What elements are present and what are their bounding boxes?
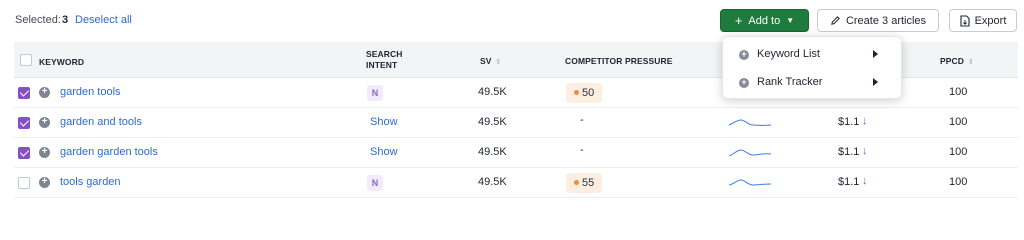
row-checkbox[interactable] [18,87,30,99]
header-sv-group[interactable]: SV ⇕ [480,55,501,67]
competitor-pressure-value: - [580,114,584,126]
menu-item-keyword-list[interactable]: + Keyword List [723,40,903,68]
cpc-value: $1.1 [838,146,860,158]
create-articles-button[interactable]: Create 3 articles [817,9,939,32]
keyword-table-screen: Selected: 3 Deselect all + Add to ▼ Crea… [0,0,1024,200]
header-ppcd-group[interactable]: PPCD ⇕ [940,55,974,67]
trend-sparkline-icon [728,179,772,186]
intent-show-link[interactable]: Show [370,146,398,158]
trend-sparkline-icon [728,149,772,157]
pressure-dot-icon [574,89,579,95]
header-ppcd: PPCD [940,56,965,66]
sort-icon: ⇕ [968,59,974,66]
row-checkbox[interactable] [18,117,30,129]
add-to-dropdown-menu: + Keyword List + Rank Tracker [722,36,902,99]
selected-label: Selected: [15,14,61,26]
chevron-right-icon [873,50,878,58]
search-volume: 49.5K [478,86,507,98]
intent-badge: N [367,85,383,101]
expand-icon[interactable]: + [39,147,50,158]
search-volume: 49.5K [478,146,507,158]
keyword-link[interactable]: garden and tools [60,116,142,128]
expand-icon[interactable]: + [39,117,50,128]
row-checkbox[interactable] [18,177,30,189]
arrow-down-icon: ↓ [862,145,868,157]
pencil-icon [831,16,840,25]
search-volume: 49.5K [478,116,507,128]
table-row: + garden and tools Show 49.5K - $1.1 ↓ 1… [14,108,1018,138]
expand-icon[interactable]: + [39,177,50,188]
header-search-intent-line1[interactable]: SEARCH [366,49,403,59]
competitor-pressure-badge: 55 [566,173,603,193]
expand-icon[interactable]: + [39,87,50,98]
selected-count: 3 [62,14,69,26]
select-all-checkbox[interactable] [20,54,32,66]
export-button[interactable]: Export [949,9,1017,32]
menu-item-label: Rank Tracker [757,76,823,88]
header-search-intent-line2[interactable]: INTENT [366,60,397,70]
competitor-pressure-badge: 50 [566,83,603,103]
keyword-link[interactable]: garden tools [60,86,121,98]
keyword-link[interactable]: garden garden tools [60,146,158,158]
chevron-right-icon [873,78,878,86]
export-label: Export [974,14,1007,27]
ppcd-value: 100 [949,116,968,128]
selection-toolbar: Selected: 3 Deselect all + Add to ▼ Crea… [0,0,1024,40]
header-sv: SV [480,56,492,66]
row-checkbox[interactable] [18,147,30,159]
caret-down-icon: ▼ [786,16,795,25]
keyword-link[interactable]: tools garden [60,176,121,188]
ppcd-value: 100 [949,86,968,98]
trend-sparkline-icon [728,119,772,126]
competitor-pressure-value: 55 [582,177,595,189]
plus-circle-icon: + [739,50,749,60]
arrow-down-icon: ↓ [862,175,868,187]
cpc-value: $1.1 [838,116,860,128]
search-volume: 49.5K [478,176,507,188]
table-row: + tools garden N 49.5K 55 $1.1 ↓ 100 [14,168,1018,198]
competitor-pressure-value: - [580,144,584,156]
deselect-all-link[interactable]: Deselect all [75,14,132,26]
ppcd-value: 100 [949,176,968,188]
plus-icon: + [734,13,743,28]
export-file-icon [960,14,970,27]
add-to-button[interactable]: + Add to ▼ [720,9,809,32]
competitor-pressure-value: 50 [582,87,595,99]
sort-icon: ⇕ [495,59,502,66]
header-keyword[interactable]: KEYWORD [39,57,84,67]
add-to-label: Add to [748,14,781,27]
pressure-dot-icon [574,179,579,185]
ppcd-value: 100 [949,146,968,158]
plus-circle-icon: + [739,78,749,88]
header-competitor-pressure[interactable]: COMPETITOR PRESSURE [565,56,673,66]
create-articles-label: Create 3 articles [845,14,927,27]
arrow-down-icon: ↓ [862,115,868,127]
intent-badge: N [367,175,383,191]
table-row: + garden garden tools Show 49.5K - $1.1 … [14,138,1018,168]
cpc-value: $1.1 [838,176,860,188]
menu-item-rank-tracker[interactable]: + Rank Tracker [723,68,903,96]
menu-item-label: Keyword List [757,48,820,60]
intent-show-link[interactable]: Show [370,116,398,128]
